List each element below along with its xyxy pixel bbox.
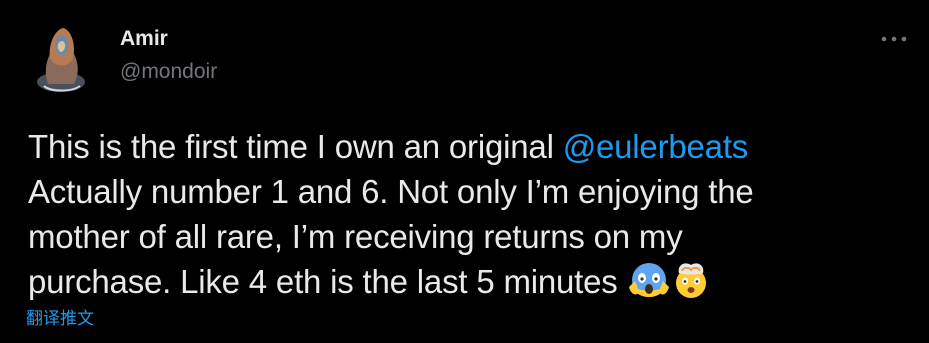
- more-options-icon: [881, 29, 907, 47]
- author-handle[interactable]: @mondoir: [120, 60, 217, 84]
- avatar[interactable]: [30, 22, 92, 98]
- tweet-card: Amir @mondoir This is the first time I o…: [0, 0, 929, 343]
- tweet-line-1: This is the first time I own an original…: [28, 124, 908, 169]
- tweet-text: This is the first time I own an original…: [28, 124, 908, 310]
- exploding-head-icon: [671, 261, 711, 310]
- tweet-line-1-text: This is the first time I own an original: [28, 128, 563, 165]
- tweet-line-4: purchase. Like 4 eth is the last 5 minut…: [28, 259, 908, 310]
- more-options-button[interactable]: [876, 24, 912, 52]
- tweet-line-2: Actually number 1 and 6. Not only I’m en…: [28, 173, 754, 210]
- author-name[interactable]: Amir: [120, 27, 168, 51]
- translate-tweet-link[interactable]: 翻译推文: [26, 304, 94, 329]
- tweet-line-4-text: purchase. Like 4 eth is the last 5 minut…: [28, 263, 627, 300]
- face-screaming-in-fear-icon: [628, 261, 669, 310]
- mention-link[interactable]: @eulerbeats: [563, 128, 749, 165]
- tweet-line-3: mother of all rare, I’m receiving return…: [28, 218, 683, 255]
